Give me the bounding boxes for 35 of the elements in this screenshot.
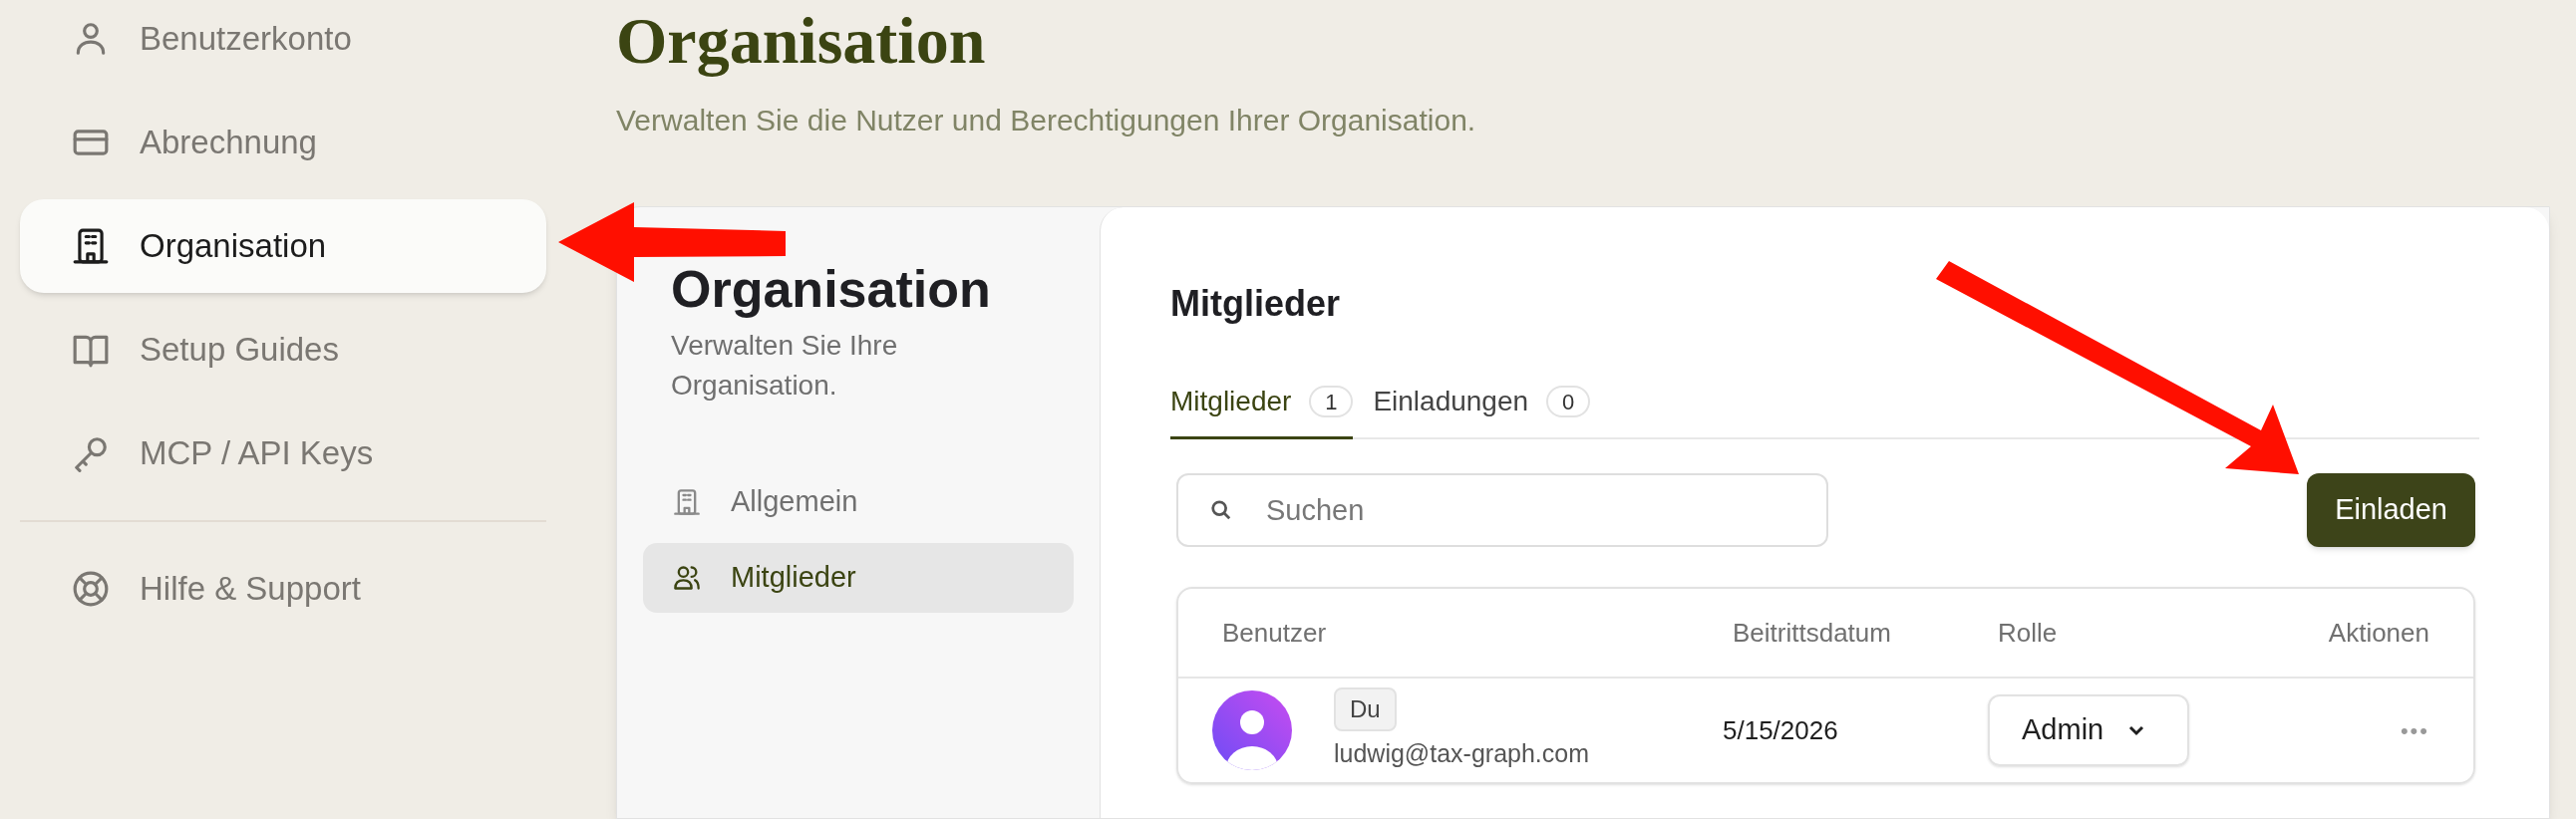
sidebar-item[interactable]: Hilfe & Support — [20, 542, 546, 636]
column-header: Rolle — [1998, 616, 2059, 650]
user-badge: Du — [1334, 687, 1397, 732]
chevron-down-icon — [2127, 724, 2146, 736]
sidebar-item[interactable]: Setup Guides — [20, 303, 546, 397]
column-header: Benutzer — [1222, 616, 1328, 650]
more-button[interactable]: ••• — [2400, 713, 2429, 747]
count-badge: 0 — [1546, 386, 1591, 417]
search-field[interactable]: Suchen — [1176, 473, 1828, 547]
building-icon — [72, 227, 110, 265]
panel-title: Organisation — [670, 259, 992, 320]
role-dropdown[interactable]: Admin — [1988, 694, 2189, 766]
panel-nav-item[interactable]: Allgemein — [643, 467, 1074, 537]
sidebar-item[interactable]: Organisation — [20, 199, 546, 293]
invite-button[interactable]: Einladen — [2307, 473, 2475, 547]
lifebuoy-icon — [72, 570, 110, 608]
tab[interactable]: Mitglieder 1 — [1170, 381, 1354, 439]
sidebar-item[interactable]: Benutzerkonto — [20, 0, 546, 86]
count-badge: 1 — [1309, 386, 1354, 417]
users-icon — [673, 564, 701, 592]
table-cell-text: 5/15/2026 — [1723, 713, 1838, 747]
panel-subtitle: Verwalten Sie Ihre Organisation. — [670, 329, 899, 403]
search-icon — [1210, 499, 1232, 521]
user-email: ludwig@tax-graph.com — [1334, 738, 1590, 770]
key-icon — [72, 434, 110, 472]
panel-nav-item[interactable]: Mitglieder — [643, 543, 1074, 613]
avatar-icon — [1212, 690, 1292, 770]
sidebar-item[interactable]: Abrechnung — [20, 96, 546, 189]
sidebar-item[interactable]: MCP / API Keys — [20, 407, 546, 500]
page-subtitle: Verwalten Sie die Nutzer und Berechtigungen Ihrer Organisation. — [616, 103, 1477, 138]
column-header: Aktionen — [2328, 616, 2429, 650]
tab[interactable]: Einladungen 0 — [1373, 381, 1591, 439]
building-icon — [673, 488, 701, 516]
column-header: Beitrittsdatum — [1733, 616, 1892, 650]
section-title: Mitglieder — [1170, 282, 1341, 326]
